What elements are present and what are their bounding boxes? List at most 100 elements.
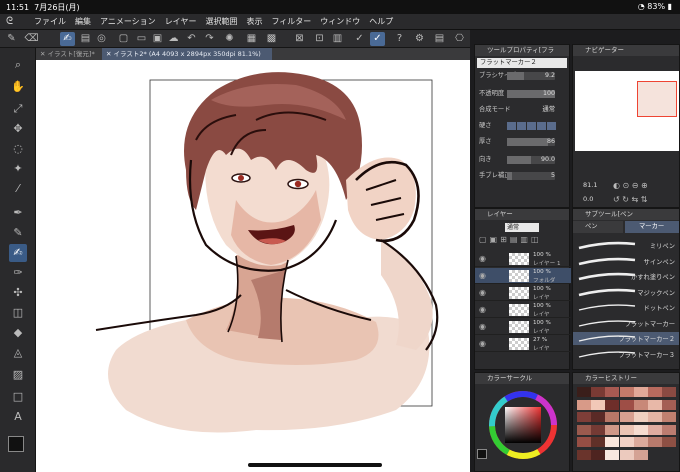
zoom-tool-icon[interactable]: ⌕ (9, 56, 27, 74)
history-swatch[interactable] (577, 437, 591, 447)
hardness-step[interactable] (517, 122, 526, 130)
history-swatch[interactable] (633, 387, 648, 397)
layer-row[interactable]: ◉ 100 % レイヤ (475, 319, 571, 335)
app-logo-icon[interactable]: ᘓ (6, 16, 18, 28)
history-swatch[interactable] (591, 424, 606, 435)
layer-row[interactable]: ◉ 100 % レイヤ (475, 285, 571, 301)
history-swatch[interactable] (619, 412, 634, 422)
history-swatch[interactable] (577, 387, 591, 397)
history-swatch[interactable] (605, 387, 620, 397)
property-value[interactable]: 100 (529, 89, 555, 99)
property-value[interactable]: 5 (529, 171, 555, 181)
selection-border-icon[interactable]: ▥ (330, 32, 345, 46)
menu-item[interactable]: ヘルプ (369, 16, 393, 27)
eye-icon[interactable]: ◉ (479, 288, 486, 297)
history-swatch[interactable] (591, 437, 606, 447)
history-swatch[interactable] (662, 399, 677, 410)
touch-gesture-icon[interactable]: ✍ (60, 32, 75, 46)
history-swatch[interactable] (619, 399, 634, 410)
hardness-step[interactable] (507, 122, 516, 130)
pencil-tool-icon[interactable]: ✎ (9, 224, 27, 242)
brush-item[interactable]: フラットマーカー２ (573, 332, 679, 345)
brush-item[interactable]: サインペン (573, 255, 679, 268)
history-swatch[interactable] (605, 437, 620, 447)
navigator-viewport[interactable] (637, 81, 677, 117)
tab-marker[interactable]: マーカー (625, 221, 679, 233)
settings-icon[interactable]: ⚙ (412, 32, 427, 46)
airbrush-icon[interactable]: ✑ (9, 264, 27, 282)
history-swatch[interactable] (633, 412, 648, 422)
menu-item[interactable]: フィルター (271, 16, 311, 27)
history-swatch[interactable] (633, 424, 648, 435)
check-icon[interactable]: ✓ (352, 32, 367, 46)
history-swatch[interactable] (605, 449, 620, 460)
invert-selection-icon[interactable]: ⊡ (312, 32, 327, 46)
history-swatch[interactable] (577, 412, 591, 422)
menu-item[interactable]: ファイル (34, 16, 66, 27)
tab-illustration-1[interactable]: ✕ イラスト[復元]* (36, 48, 100, 60)
hardness-step[interactable] (527, 122, 536, 130)
clear-icon[interactable]: ▦ (244, 32, 259, 46)
brush-item[interactable]: ドットペン (573, 301, 679, 314)
cloud-icon[interactable]: ☁ (166, 32, 181, 46)
history-swatch[interactable] (619, 437, 634, 447)
history-swatch[interactable] (648, 412, 662, 422)
sync-icon[interactable]: ◎ (94, 32, 109, 46)
menu-item[interactable]: 表示 (246, 16, 262, 27)
blend-mode-select[interactable]: 通常 (505, 223, 539, 232)
eye-icon[interactable]: ◉ (479, 305, 486, 314)
magic-wand-icon[interactable]: ✦ (9, 160, 27, 178)
menu-item[interactable]: レイヤー (165, 16, 197, 27)
layer-row[interactable]: ◉ 27 % レイヤ (475, 336, 571, 352)
new-file-icon[interactable]: ▢ (116, 32, 131, 46)
hand-tool-icon[interactable]: ✋ (9, 78, 27, 96)
color-wheel[interactable] (485, 387, 561, 463)
eye-icon[interactable]: ◉ (479, 254, 486, 263)
history-swatch[interactable] (591, 449, 606, 460)
history-swatch[interactable] (662, 437, 677, 447)
eraser-tool-icon[interactable]: ◫ (9, 304, 27, 322)
pen-quick-icon[interactable]: ✎ (4, 32, 19, 46)
fill-tool-icon[interactable]: ◬ (9, 344, 27, 362)
blend-tool-icon[interactable]: ◆ (9, 324, 27, 342)
history-swatch[interactable] (619, 424, 634, 435)
tab-illustration-2[interactable]: ✕ イラスト2* (A4 4093 x 2894px 350dpi 81.1%) (102, 48, 272, 60)
layout-icon[interactable]: ▤ (432, 32, 447, 46)
history-swatch[interactable] (605, 424, 620, 435)
eye-icon[interactable]: ◉ (479, 339, 486, 348)
history-swatch[interactable] (619, 449, 634, 460)
decoration-icon[interactable]: ✣ (9, 284, 27, 302)
history-swatch[interactable] (605, 412, 620, 422)
history-swatch[interactable] (633, 449, 648, 460)
redo-icon[interactable]: ↷ (202, 32, 217, 46)
main-color-swatch[interactable] (8, 436, 24, 452)
eyedropper-icon[interactable]: ⁄ (9, 180, 27, 198)
history-swatch[interactable] (577, 399, 591, 410)
tool-name-field[interactable]: フラットマーカー２ (477, 58, 567, 68)
hardness-step[interactable] (547, 122, 556, 130)
property-value[interactable]: 通常 (529, 105, 555, 115)
history-swatch[interactable] (633, 399, 648, 410)
layer-action-icons[interactable]: ▢▣⊞▤▥◫ (479, 235, 542, 244)
eye-icon[interactable]: ◉ (479, 322, 486, 331)
lasso-icon[interactable]: ◌ (9, 140, 27, 158)
menu-item[interactable]: アニメーション (100, 16, 156, 27)
circle-main-swatch[interactable] (477, 449, 487, 459)
history-swatch[interactable] (662, 412, 677, 422)
zoom-controls-icon[interactable]: ◐ ⊙ ⊖ ⊕ (613, 181, 648, 190)
history-swatch[interactable] (577, 424, 591, 435)
menu-item[interactable]: ウィンドウ (320, 16, 360, 27)
property-value[interactable]: 90.0 (529, 155, 555, 165)
figure-icon[interactable]: □ (9, 388, 27, 406)
rotate-controls-icon[interactable]: ↺ ↻ ⇆ ⇅ (613, 195, 647, 204)
menu-item[interactable]: 編集 (75, 16, 91, 27)
brush-item[interactable]: フラットマーカー３ (573, 348, 679, 361)
brush-item[interactable]: フラットマーカー (573, 317, 679, 330)
undo-icon[interactable]: ↶ (184, 32, 199, 46)
record-icon[interactable]: ▤ (78, 32, 93, 46)
text-tool-icon[interactable]: A (9, 408, 27, 426)
move-layer-icon[interactable]: ✥ (9, 120, 27, 138)
layer-row[interactable]: ◉ 100 % レイヤー 1 (475, 251, 571, 267)
history-swatch[interactable] (577, 449, 591, 460)
layer-row[interactable]: ◉ 100 % フォルダ (475, 268, 571, 284)
